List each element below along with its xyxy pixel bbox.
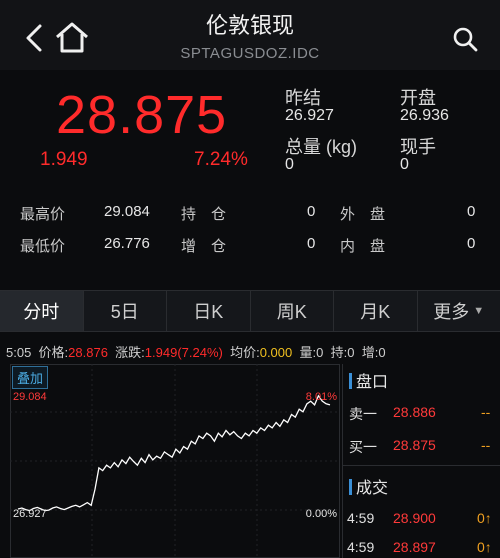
- chart-high-label: 29.084: [13, 391, 47, 403]
- divider: [343, 465, 500, 466]
- trade-volume: 0↑: [477, 539, 492, 555]
- chart-base-pct-label: 0.00%: [306, 508, 337, 520]
- tab-daily-k[interactable]: 日K: [167, 291, 251, 331]
- tab-label: 月K: [360, 302, 391, 322]
- current-hand-value: 0: [400, 156, 409, 173]
- chart-base-label: 26.927: [13, 508, 47, 520]
- position-label: 持 仓: [181, 206, 227, 223]
- ask-price: 28.886: [393, 404, 436, 420]
- info-vol-label: 量:: [299, 345, 317, 360]
- search-icon[interactable]: [452, 26, 478, 52]
- section-marker: [349, 479, 352, 495]
- period-tabs: 分时 5日 日K 周K 月K 更多 ▼: [0, 290, 500, 332]
- info-price: 28.876: [68, 345, 108, 360]
- info-hold: 0: [347, 345, 355, 360]
- prev-close-value: 26.927: [285, 107, 334, 124]
- high-value: 29.084: [104, 203, 150, 220]
- tab-intraday[interactable]: 分时: [0, 291, 84, 331]
- ask-label: 卖一: [349, 406, 377, 422]
- inner-value: 0: [467, 235, 476, 252]
- price-change-percent: 7.24%: [194, 149, 248, 170]
- ask-volume: --: [481, 404, 491, 420]
- info-hold-label: 持:: [330, 345, 348, 360]
- open-value: 26.936: [400, 107, 449, 124]
- info-add-label: 增:: [361, 345, 379, 360]
- trades-title: 成交: [356, 480, 389, 497]
- trade-price: 28.900: [393, 510, 436, 526]
- price-change: 1.949: [40, 149, 88, 170]
- tab-monthly-k[interactable]: 月K: [334, 291, 418, 331]
- info-change-label: 涨跌:: [115, 345, 145, 360]
- info-avg-label: 均价:: [230, 345, 260, 360]
- info-add: 0: [378, 345, 386, 360]
- trade-time: 4:59: [347, 539, 375, 555]
- order-book-panel: 盘口 卖一 28.886 -- 买一 28.875 -- 成交 4:59 28.…: [342, 364, 500, 558]
- increase-label: 增 仓: [181, 238, 227, 255]
- info-change: 1.949(7.24%): [144, 345, 223, 360]
- info-price-label: 价格:: [38, 345, 69, 360]
- low-value: 26.776: [104, 235, 150, 252]
- info-time: 5:05: [6, 345, 32, 360]
- chart-grid: [10, 364, 340, 558]
- last-price: 28.875: [56, 85, 228, 145]
- tab-5day[interactable]: 5日: [84, 291, 167, 331]
- overlay-button[interactable]: 叠加: [12, 366, 49, 389]
- tab-label: 更多: [433, 302, 470, 322]
- tab-label: 分时: [23, 302, 60, 322]
- volume-value: 0: [285, 156, 294, 173]
- tab-weekly-k[interactable]: 周K: [251, 291, 334, 331]
- order-book-title: 盘口: [356, 374, 389, 391]
- tab-label: 日K: [193, 302, 224, 322]
- chart-high-pct-label: 8.01%: [306, 391, 337, 403]
- instrument-code: SPTAGUSDOZ.IDC: [180, 45, 320, 62]
- caret-down-icon: ▼: [473, 305, 485, 317]
- info-vol: 0: [316, 345, 324, 360]
- tab-more[interactable]: 更多 ▼: [418, 291, 500, 331]
- trade-volume: 0↑: [477, 510, 492, 526]
- trade-time: 4:59: [347, 510, 375, 526]
- inner-label: 内 盘: [340, 238, 386, 255]
- volume-label: 总量 (kg): [285, 137, 357, 157]
- bid-label: 买一: [349, 439, 377, 455]
- crosshair-info: 5:05 价格:28.876 涨跌:1.949(7.24%) 均价:0.000 …: [6, 342, 386, 361]
- outer-label: 外 盘: [340, 206, 386, 223]
- tab-label: 5日: [110, 302, 139, 322]
- low-label: 最低价: [20, 238, 66, 255]
- increase-value: 0: [307, 235, 316, 252]
- intraday-chart[interactable]: 29.084 8.01% 26.927 0.00%: [10, 364, 340, 558]
- bid-price: 28.875: [393, 437, 436, 453]
- order-book-header: 盘口: [349, 368, 388, 392]
- position-value: 0: [307, 203, 316, 220]
- high-label: 最高价: [20, 206, 66, 223]
- section-marker: [349, 373, 352, 389]
- price-series-line: [17, 394, 331, 512]
- trades-header: 成交: [349, 474, 388, 498]
- bid-volume: --: [481, 437, 491, 453]
- tab-label: 周K: [276, 302, 307, 322]
- trade-price: 28.897: [393, 539, 436, 555]
- page-title: 伦敦银现: [205, 13, 294, 38]
- info-avg: 0.000: [259, 345, 293, 360]
- outer-value: 0: [467, 203, 476, 220]
